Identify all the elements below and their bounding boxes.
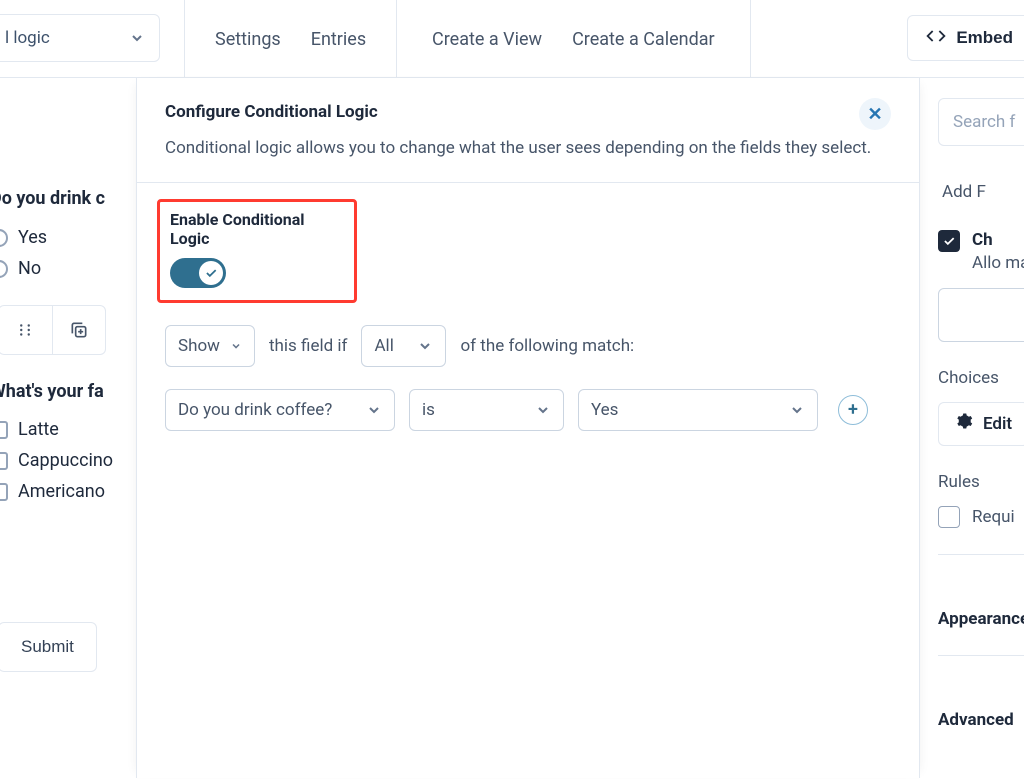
code-icon (926, 26, 946, 51)
radio-label: No (18, 258, 41, 279)
rule-value-select[interactable]: Yes (578, 389, 818, 431)
checkbox-option[interactable]: Americano (0, 481, 136, 502)
search-input[interactable]: Search f (938, 98, 1024, 146)
chevron-down-icon (789, 402, 805, 418)
panel-description: Conditional logic allows you to change w… (165, 136, 891, 162)
rules-section-label: Rules (938, 472, 1024, 492)
rule-field-value: Do you drink coffee? (178, 400, 332, 420)
radio-icon (0, 260, 8, 278)
field-settings-sidebar: Search f Add F Ch Allo ma Choices Edit R… (920, 78, 1024, 778)
drag-handle-button[interactable] (0, 306, 53, 354)
embed-button[interactable]: Embed (907, 15, 1024, 61)
sidebar-value-box[interactable] (938, 288, 1024, 342)
radio-option[interactable]: Yes (0, 227, 136, 248)
gear-icon (955, 412, 973, 435)
checkbox-setting-row[interactable]: Ch Allo ma (938, 230, 1024, 276)
chevron-down-icon (366, 402, 382, 418)
match-select[interactable]: All (361, 325, 446, 367)
form-preview: Do you drink c Yes No What's your fa Lat… (0, 78, 136, 778)
panel-header: Configure Conditional Logic Conditional … (137, 78, 919, 183)
rule-operator-value: is (422, 400, 435, 420)
rule-value-value: Yes (591, 400, 618, 420)
nav-create-calendar[interactable]: Create a Calendar (572, 29, 715, 50)
question-toolbar (0, 305, 106, 355)
checkbox-option[interactable]: Cappuccino (0, 450, 136, 471)
choices-section-label: Choices (938, 368, 1024, 388)
rule-field-select[interactable]: Do you drink coffee? (165, 389, 395, 431)
required-label: Requi (972, 507, 1015, 527)
static-text: this field if (269, 336, 347, 356)
checkbox-unchecked-icon (938, 506, 960, 528)
checkbox-label: Cappuccino (18, 450, 113, 471)
edit-choices-button[interactable]: Edit (938, 402, 1024, 446)
add-rule-button[interactable]: + (838, 395, 868, 425)
edit-choices-label: Edit (983, 414, 1012, 434)
checkbox-icon (0, 421, 8, 439)
appearance-section[interactable]: Appearance (938, 609, 1024, 629)
embed-label: Embed (956, 28, 1013, 48)
radio-icon (0, 229, 8, 247)
chevron-down-icon (230, 338, 242, 354)
search-placeholder: Search f (953, 112, 1015, 132)
enable-highlight-box: Enable Conditional Logic (157, 199, 357, 303)
checkbox-option[interactable]: Latte (0, 419, 136, 440)
action-select-value: Show (178, 336, 220, 356)
checkbox-icon (0, 483, 8, 501)
plus-icon: + (848, 399, 858, 420)
required-checkbox-row[interactable]: Requi (938, 506, 1024, 528)
logic-action-row: Show this field if All of the following … (165, 325, 891, 367)
divider (750, 0, 751, 78)
nav-create-view[interactable]: Create a View (432, 29, 542, 50)
radio-label: Yes (18, 227, 47, 248)
advanced-section[interactable]: Advanced (938, 710, 1024, 730)
logic-rule-row: Do you drink coffee? is Yes + (165, 389, 891, 431)
checkbox-label: Latte (18, 419, 59, 440)
secondary-nav: Create a View Create a Calendar (420, 0, 727, 78)
nav-entries[interactable]: Entries (311, 29, 366, 50)
question-1-label: Do you drink c (0, 188, 136, 209)
panel-title: Configure Conditional Logic (165, 102, 891, 122)
chevron-down-icon (417, 338, 433, 354)
checkbox-setting-label: Ch (972, 230, 1024, 250)
chevron-down-icon (535, 402, 551, 418)
static-text: of the following match: (460, 336, 634, 356)
rule-operator-select[interactable]: is (409, 389, 564, 431)
duplicate-button[interactable] (53, 306, 106, 354)
form-selector-dropdown[interactable]: l logic (0, 14, 160, 62)
submit-button[interactable]: Submit (0, 622, 97, 672)
add-field-label: Add F (942, 182, 1024, 202)
radio-option[interactable]: No (0, 258, 136, 279)
topbar: l logic Settings Entries Create a View C… (0, 0, 1024, 78)
checkbox-icon (0, 452, 8, 470)
question-2-label: What's your fa (0, 381, 136, 402)
primary-nav: Settings Entries (184, 0, 397, 78)
nav-settings[interactable]: Settings (215, 29, 281, 50)
divider (938, 554, 1024, 555)
enable-toggle[interactable] (170, 258, 226, 288)
checkbox-checked-icon (938, 230, 960, 252)
match-select-value: All (374, 336, 393, 356)
checkbox-label: Americano (18, 481, 105, 502)
close-button[interactable]: ✕ (859, 98, 891, 130)
chevron-down-icon (129, 30, 145, 46)
toggle-knob (199, 261, 223, 285)
checkbox-setting-desc: Allo ma (972, 252, 1024, 276)
form-selector-label: l logic (5, 28, 50, 48)
close-icon: ✕ (867, 104, 882, 125)
conditional-logic-panel: Configure Conditional Logic Conditional … (136, 78, 920, 778)
action-select[interactable]: Show (165, 325, 255, 367)
divider (938, 655, 1024, 656)
enable-label: Enable Conditional Logic (170, 210, 344, 248)
